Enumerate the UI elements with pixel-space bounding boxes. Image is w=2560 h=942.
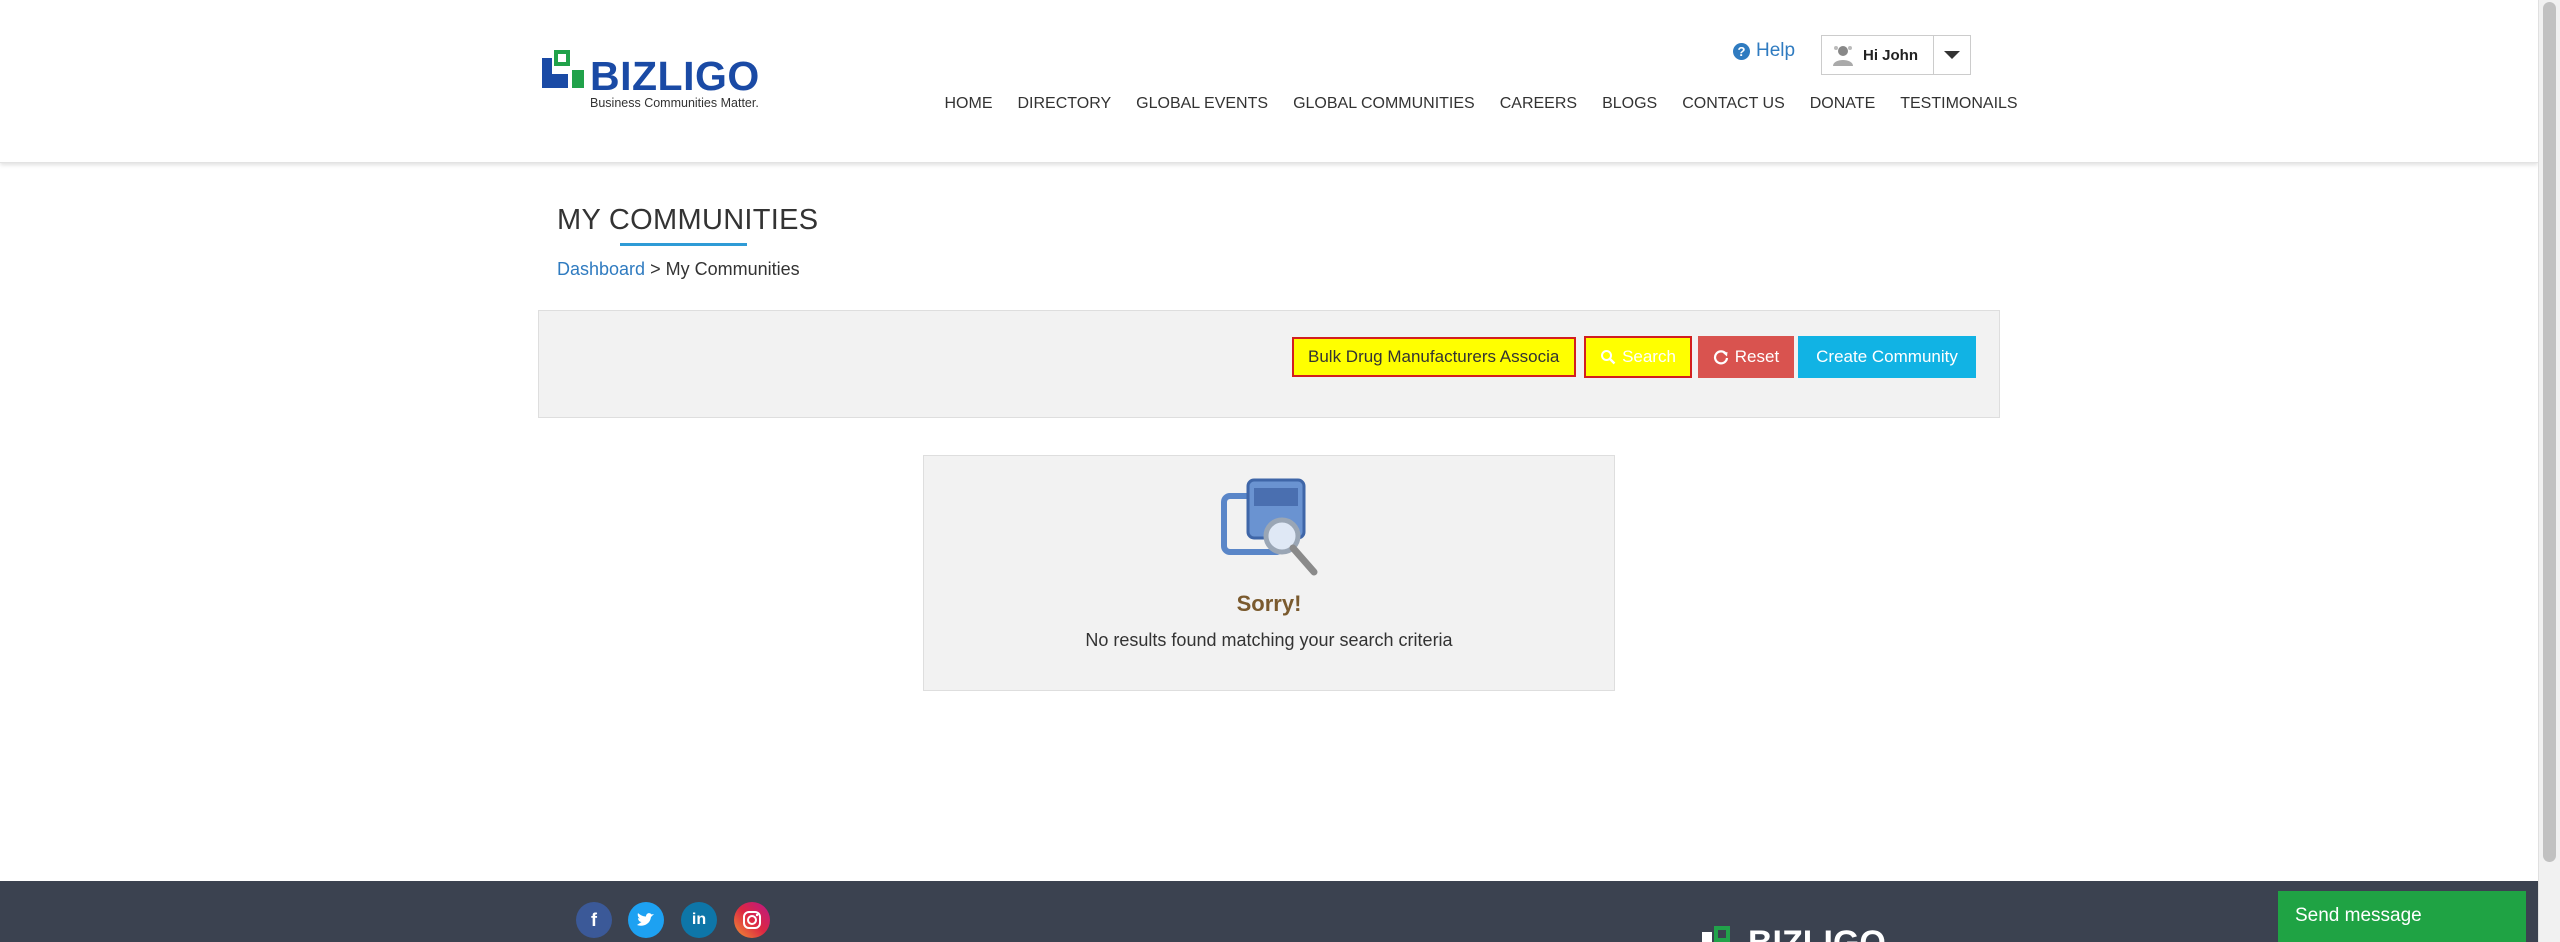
create-community-button[interactable]: Create Community <box>1798 336 1976 378</box>
nav-blogs[interactable]: BLOGS <box>1590 92 1670 116</box>
no-results-message: No results found matching your search cr… <box>1085 630 1453 650</box>
refresh-icon <box>1713 350 1728 365</box>
bizligo-logo[interactable]: BIZLIGO Business Communities Matter. <box>538 48 768 112</box>
breadcrumb-separator: > <box>650 259 661 279</box>
logo-mark-icon <box>542 50 584 88</box>
nav-contact-us[interactable]: CONTACT US <box>1670 92 1798 116</box>
nav-global-events[interactable]: GLOBAL EVENTS <box>1124 92 1281 116</box>
facebook-icon[interactable]: f <box>576 902 612 938</box>
twitter-icon[interactable] <box>628 902 664 938</box>
help-link[interactable]: ? Help <box>1733 40 1795 62</box>
footer-logo-mark-icon: BIZLIGO <box>1702 924 1886 942</box>
page-title: MY COMMUNITIES <box>557 204 819 236</box>
nav-donate[interactable]: DONATE <box>1797 92 1887 116</box>
user-menu-dropdown-button[interactable] <box>1933 36 1970 74</box>
create-community-label: Create Community <box>1816 347 1958 366</box>
main-nav: HOME DIRECTORY GLOBAL EVENTS GLOBAL COMM… <box>932 92 2030 116</box>
user-menu[interactable]: Hi John <box>1821 35 1971 75</box>
breadcrumb-current: My Communities <box>665 259 800 279</box>
help-label: Help <box>1756 40 1796 61</box>
caret-down-icon <box>1944 51 1960 59</box>
question-circle-icon: ? <box>1733 42 1750 60</box>
logo-tagline: Business Communities Matter. <box>590 96 759 110</box>
search-button[interactable]: Search <box>1584 336 1692 378</box>
reset-button-label: Reset <box>1734 347 1780 366</box>
user-greeting: Hi John <box>1863 46 1918 64</box>
footer-logo: BIZLIGO <box>1700 924 1930 942</box>
instagram-icon[interactable] <box>734 902 770 938</box>
no-results-heading: Sorry! <box>1236 591 1302 616</box>
no-results-panel: Sorry! No results found matching your se… <box>923 455 1615 691</box>
nav-testimonials[interactable]: TESTIMONAILS <box>1888 92 2030 116</box>
breadcrumb: Dashboard > My Communities <box>557 259 800 280</box>
community-search-input[interactable] <box>1292 337 1576 377</box>
user-avatar-icon <box>1833 46 1853 66</box>
page-scrollbar[interactable] <box>2538 0 2560 942</box>
nav-home[interactable]: HOME <box>932 92 1005 116</box>
instagram-camera-icon <box>743 911 761 929</box>
scrollbar-thumb[interactable] <box>2543 2 2556 862</box>
logo-wordmark: BIZLIGO <box>590 53 760 99</box>
search-folder-icon <box>1221 478 1318 576</box>
breadcrumb-dashboard-link[interactable]: Dashboard <box>557 259 645 279</box>
nav-careers[interactable]: CAREERS <box>1487 92 1589 116</box>
reset-button[interactable]: Reset <box>1698 336 1794 378</box>
search-icon <box>1601 350 1616 365</box>
linkedin-icon[interactable]: in <box>681 902 717 938</box>
twitter-bird-icon <box>637 913 654 926</box>
site-header: BIZLIGO Business Communities Matter. ? H… <box>0 0 2538 163</box>
site-footer <box>0 881 2538 942</box>
nav-directory[interactable]: DIRECTORY <box>1005 92 1124 116</box>
title-underline <box>620 243 747 246</box>
search-button-label: Search <box>1622 347 1676 366</box>
nav-global-communities[interactable]: GLOBAL COMMUNITIES <box>1281 92 1488 116</box>
send-message-button[interactable]: Send message <box>2278 891 2526 942</box>
svg-text:BIZLIGO: BIZLIGO <box>1748 924 1886 942</box>
